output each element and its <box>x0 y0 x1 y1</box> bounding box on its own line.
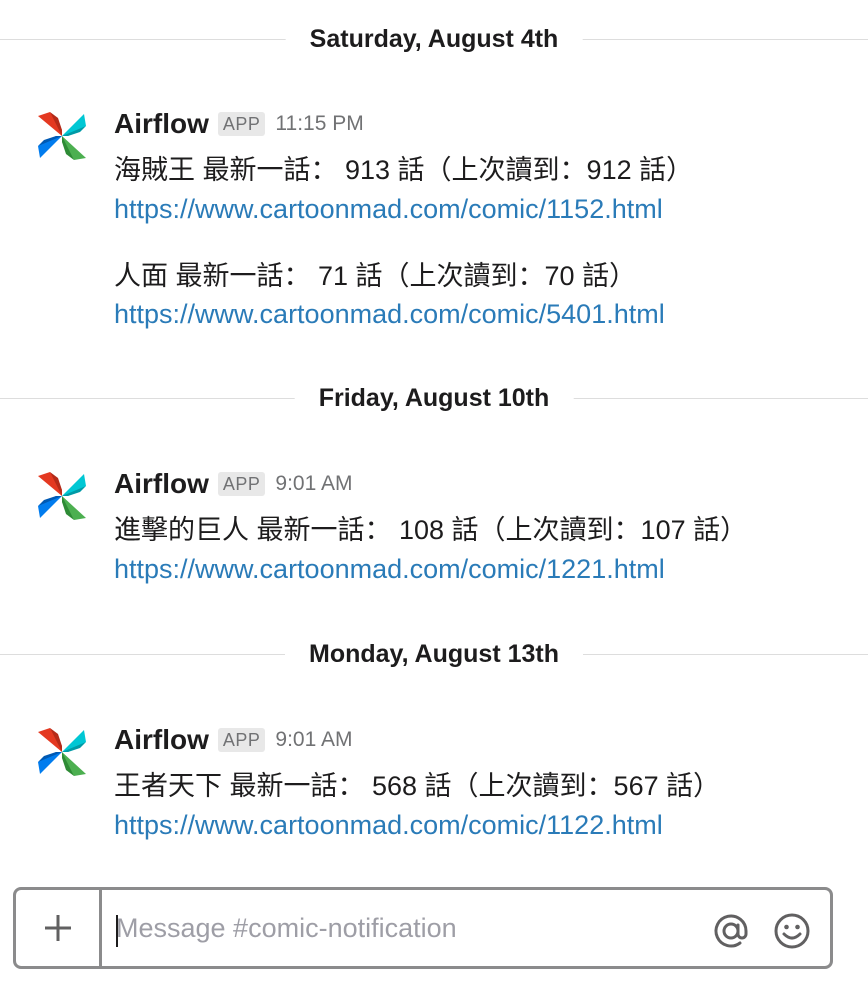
app-badge: APP <box>217 728 266 752</box>
day-divider: Monday, August 13th <box>0 639 868 669</box>
app-badge: APP <box>217 112 266 136</box>
message-timestamp[interactable]: 9:01 AM <box>275 472 352 496</box>
sender-name[interactable]: Airflow <box>114 724 209 756</box>
message-header: Airflow APP 9:01 AM <box>114 720 352 760</box>
at-sign-icon[interactable] <box>711 911 751 951</box>
message-timestamp[interactable]: 11:15 PM <box>275 112 363 136</box>
message-timestamp[interactable]: 9:01 AM <box>275 728 352 752</box>
message-text: 海賊王 最新一話： 913 話（上次讀到：912 話） <box>114 155 694 185</box>
airflow-pinwheel-icon[interactable] <box>36 726 88 778</box>
app-badge: APP <box>217 472 266 496</box>
message-link[interactable]: https://www.cartoonmad.com/comic/1152.ht… <box>114 194 663 225</box>
message-link[interactable]: https://www.cartoonmad.com/comic/5401.ht… <box>114 299 665 330</box>
message-link[interactable]: https://www.cartoonmad.com/comic/1122.ht… <box>114 810 663 841</box>
message-text: 王者天下 最新一話： 568 話（上次讀到：567 話） <box>114 771 721 801</box>
sender-name[interactable]: Airflow <box>114 108 209 140</box>
plus-icon <box>44 915 71 941</box>
message: Airflow APP 11:15 PM 海賊王 最新一話： 913 話（上次讀… <box>0 104 868 344</box>
day-divider: Friday, August 10th <box>0 383 868 413</box>
airflow-pinwheel-icon[interactable] <box>36 110 88 162</box>
day-divider-date[interactable]: Saturday, August 4th <box>285 24 583 54</box>
message-header: Airflow APP 11:15 PM <box>114 104 364 144</box>
smiley-icon[interactable] <box>772 911 812 951</box>
airflow-pinwheel-icon[interactable] <box>36 470 88 522</box>
day-divider-date[interactable]: Friday, August 10th <box>294 383 574 413</box>
message-header: Airflow APP 9:01 AM <box>114 464 352 504</box>
message-text: 進擊的巨人 最新一話： 108 話（上次讀到：107 話） <box>114 515 748 545</box>
day-divider: Saturday, August 4th <box>0 24 868 54</box>
message: Airflow APP 9:01 AM 進擊的巨人 最新一話： 108 話（上次… <box>0 464 868 594</box>
sender-name[interactable]: Airflow <box>114 468 209 500</box>
message-link[interactable]: https://www.cartoonmad.com/comic/1221.ht… <box>114 554 665 585</box>
message: Airflow APP 9:01 AM 王者天下 最新一話： 568 話（上次讀… <box>0 720 868 850</box>
message-text: 人面 最新一話： 71 話（上次讀到：70 話） <box>114 261 637 291</box>
day-divider-date[interactable]: Monday, August 13th <box>285 639 583 669</box>
message-composer <box>13 887 833 969</box>
add-attachment-button[interactable] <box>16 890 102 966</box>
message-input[interactable] <box>116 890 696 966</box>
